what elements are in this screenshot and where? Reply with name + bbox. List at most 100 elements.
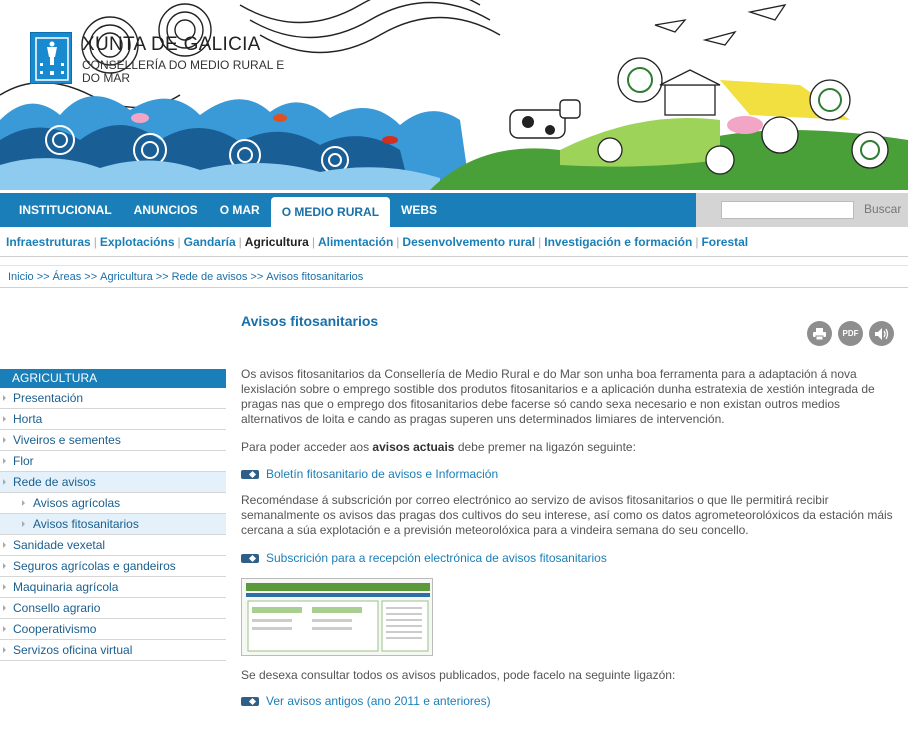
page-title: Avisos fitosanitarios bbox=[241, 313, 379, 329]
subnav-gandaria[interactable]: Gandaría bbox=[184, 235, 236, 249]
sidebar-subitem-avisos-fitosanitarios[interactable]: Avisos fitosanitarios bbox=[0, 514, 226, 535]
subnav-alimentacion[interactable]: Alimentación bbox=[318, 235, 393, 249]
logo-text[interactable]: XUNTA DE GALICIA CONSELLERÍA DO MEDIO RU… bbox=[82, 34, 287, 85]
chevron-right-icon bbox=[22, 500, 25, 506]
sub-nav: Infraestruturas | Explotacións | Gandaría | Ag… bbox=[0, 227, 908, 257]
sidebar-item-presentacion[interactable]: Presentación bbox=[0, 388, 226, 409]
header-banner: XUNTA DE GALICIA CONSELLERÍA DO MEDIO RU… bbox=[0, 0, 908, 190]
subnav-agricultura[interactable]: Agricultura bbox=[245, 235, 309, 249]
sidebar-item-label: Horta bbox=[13, 412, 43, 426]
subnav-infraestruturas[interactable]: Infraestruturas bbox=[6, 235, 91, 249]
consult-paragraph: Se desexa consultar todos os avisos publ… bbox=[241, 668, 676, 682]
banner-illustration bbox=[0, 0, 908, 190]
link-avisos-antigos-label: Ver avisos antigos (ano 2011 e anteriore… bbox=[266, 694, 491, 708]
breadcrumb-areas[interactable]: Áreas bbox=[53, 271, 82, 283]
chevron-right-icon bbox=[3, 437, 6, 443]
sidebar-item-label: Cooperativismo bbox=[13, 622, 97, 636]
chevron-right-icon bbox=[3, 563, 6, 569]
sidebar-item-label: Flor bbox=[13, 454, 34, 468]
search-input[interactable] bbox=[721, 201, 854, 219]
sidebar-item-label: Presentación bbox=[13, 391, 84, 405]
chevron-right-icon bbox=[3, 542, 6, 548]
sidebar-item-rede-de-avisos[interactable]: Rede de avisos bbox=[0, 472, 226, 493]
chevron-right-icon bbox=[3, 605, 6, 611]
chevron-right-icon bbox=[3, 479, 6, 485]
link-arrow-icon bbox=[241, 553, 259, 563]
audio-icon[interactable] bbox=[869, 321, 894, 346]
sidebar-item-horta[interactable]: Horta bbox=[0, 409, 226, 430]
subnav-explotacions[interactable]: Explotacións bbox=[100, 235, 175, 249]
breadcrumb-separator: >> bbox=[36, 271, 50, 283]
link-avisos-antigos[interactable]: Ver avisos antigos (ano 2011 e anteriore… bbox=[241, 694, 491, 708]
nav-tab-anuncios[interactable]: ANUNCIOS bbox=[123, 193, 209, 227]
nav-tab-institucional[interactable]: INSTITUCIONAL bbox=[8, 193, 123, 227]
sidebar-item-label: Maquinaria agrícola bbox=[13, 580, 119, 594]
sidebar-item-viveiros[interactable]: Viveiros e sementes bbox=[0, 430, 226, 451]
sidebar-item-label: Consello agrario bbox=[13, 601, 101, 615]
subnav-separator: | bbox=[93, 235, 97, 249]
sidebar-item-label: Avisos agrícolas bbox=[33, 496, 121, 510]
main-content: Avisos fitosanitarios PDF Os avisos fito… bbox=[241, 305, 897, 708]
nav-tab-o-mar[interactable]: O MAR bbox=[209, 193, 271, 227]
subnav-investigacion-formacion[interactable]: Investigación e formación bbox=[544, 235, 692, 249]
breadcrumb-agricultura[interactable]: Agricultura bbox=[100, 271, 153, 283]
breadcrumb: Inicio >> Áreas >> Agricultura >> Rede de avis… bbox=[0, 265, 908, 288]
printer-icon[interactable] bbox=[807, 321, 832, 346]
link-subscricion[interactable]: Subscrición para a recepción electrónica… bbox=[241, 551, 607, 565]
logo-subtitle: CONSELLERÍA DO MEDIO RURAL E DO MAR bbox=[82, 58, 285, 85]
breadcrumb-rede-de-avisos[interactable]: Rede de avisos bbox=[172, 271, 248, 283]
link-subscricion-label: Subscrición para a recepción electrónica… bbox=[266, 551, 607, 565]
breadcrumb-separator: >> bbox=[84, 271, 98, 283]
link-boletin-label: Boletín fitosanitario de avisos e Inform… bbox=[266, 467, 499, 481]
sidebar-item-label: Servizos oficina virtual bbox=[13, 643, 133, 657]
thumbnail-graphic bbox=[242, 579, 432, 655]
chevron-right-icon bbox=[3, 395, 6, 401]
subnav-separator: | bbox=[177, 235, 181, 249]
subnav-desenvolvemento-rural[interactable]: Desenvolvemento rural bbox=[402, 235, 535, 249]
sidebar-item-label: Seguros agrícolas e gandeiros bbox=[13, 559, 176, 573]
chevron-right-icon bbox=[3, 584, 6, 590]
sidebar: AGRICULTURA Presentación Horta Viveiros … bbox=[0, 369, 226, 661]
xunta-logo[interactable] bbox=[30, 32, 72, 84]
sidebar-item-flor[interactable]: Flor bbox=[0, 451, 226, 472]
breadcrumb-inicio[interactable]: Inicio bbox=[8, 271, 34, 283]
sidebar-item-label: Viveiros e sementes bbox=[13, 433, 121, 447]
subscription-screenshot-thumbnail[interactable] bbox=[241, 578, 433, 656]
sidebar-item-servizos-oficina[interactable]: Servizos oficina virtual bbox=[0, 640, 226, 661]
access-text-before: Para poder acceder aos bbox=[241, 440, 373, 454]
subnav-separator: | bbox=[396, 235, 400, 249]
recommend-paragraph: Recoméndase á subscrición por correo ele… bbox=[241, 493, 893, 537]
access-text-after: debe premer na ligazón seguinte: bbox=[454, 440, 636, 454]
search-button[interactable]: Buscar bbox=[864, 202, 901, 216]
page-tools: PDF bbox=[807, 321, 894, 346]
nav-tab-o-medio-rural[interactable]: O MEDIO RURAL bbox=[270, 197, 391, 227]
subnav-separator: | bbox=[311, 235, 315, 249]
subnav-separator: | bbox=[538, 235, 542, 249]
logo-title: XUNTA DE GALICIA bbox=[82, 34, 261, 55]
chevron-right-icon bbox=[22, 521, 25, 527]
sidebar-item-consello-agrario[interactable]: Consello agrario bbox=[0, 598, 226, 619]
main-nav: INSTITUCIONAL ANUNCIOS O MAR O MEDIO RUR… bbox=[0, 193, 696, 227]
chevron-right-icon bbox=[3, 626, 6, 632]
subnav-forestal[interactable]: Forestal bbox=[701, 235, 748, 249]
chevron-right-icon bbox=[3, 458, 6, 464]
sidebar-heading: AGRICULTURA bbox=[0, 369, 226, 388]
pdf-icon[interactable]: PDF bbox=[838, 321, 863, 346]
chevron-right-icon bbox=[3, 647, 6, 653]
link-arrow-icon bbox=[241, 696, 259, 706]
sidebar-item-label: Rede de avisos bbox=[13, 475, 96, 489]
breadcrumb-separator: >> bbox=[250, 271, 264, 283]
breadcrumb-avisos-fitosanitarios[interactable]: Avisos fitosanitarios bbox=[266, 271, 363, 283]
breadcrumb-separator: >> bbox=[155, 271, 169, 283]
intro-paragraph: Os avisos fitosanitarios da Consellería … bbox=[241, 367, 875, 426]
search-bar: Buscar bbox=[696, 193, 908, 227]
sidebar-item-cooperativismo[interactable]: Cooperativismo bbox=[0, 619, 226, 640]
sidebar-item-sanidade-vexetal[interactable]: Sanidade vexetal bbox=[0, 535, 226, 556]
sidebar-item-maquinaria[interactable]: Maquinaria agrícola bbox=[0, 577, 226, 598]
link-arrow-icon bbox=[241, 469, 259, 479]
nav-tab-webs[interactable]: WEBS bbox=[390, 193, 448, 227]
sidebar-subitem-avisos-agricolas[interactable]: Avisos agrícolas bbox=[0, 493, 226, 514]
sidebar-item-seguros[interactable]: Seguros agrícolas e gandeiros bbox=[0, 556, 226, 577]
subnav-separator: | bbox=[238, 235, 242, 249]
link-boletin[interactable]: Boletín fitosanitario de avisos e Inform… bbox=[241, 467, 498, 481]
